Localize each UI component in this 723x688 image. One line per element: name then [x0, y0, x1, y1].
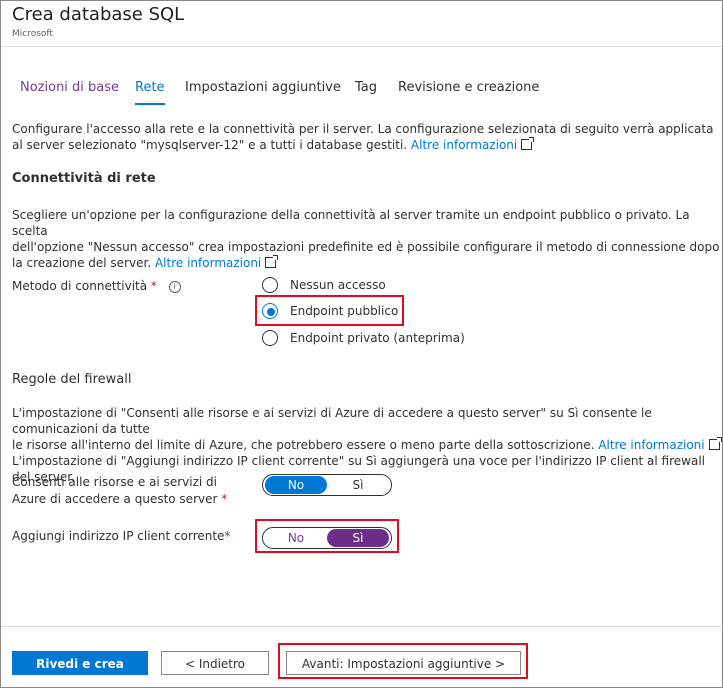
tab-nozioni-di-base[interactable]: Nozioni di base: [20, 80, 119, 95]
add-client-ip-no-option[interactable]: No: [265, 529, 327, 547]
add-client-ip-label: Aggiungi indirizzo IP client corrente*: [12, 528, 230, 545]
firewall-line-2-text: le risorse all'interno del limite di Azu…: [12, 438, 595, 452]
radio-circle: [262, 330, 278, 346]
tab-revisione-e-creazione[interactable]: Revisione e creazione: [398, 80, 539, 95]
connectivity-method-label: Metodo di connettività * i: [12, 278, 181, 295]
network-line-2: dell'opzione "Nessun accesso" crea impos…: [12, 240, 720, 254]
intro-line-1: Configurare l'accesso alla rete e la con…: [12, 122, 714, 136]
firewall-text: L'impostazione di "Consenti alle risorse…: [12, 405, 722, 485]
allow-azure-label-line-2: Azure di accedere a questo server *: [12, 491, 227, 508]
network-line-3: la creazione del server. Altre informazi…: [12, 255, 722, 271]
add-client-ip-yes-option[interactable]: Sì: [327, 529, 389, 547]
tab-tag[interactable]: Tag: [355, 80, 377, 95]
intro-learn-more-link[interactable]: Altre informazioni: [411, 138, 517, 152]
radio-dot: [267, 308, 275, 316]
connectivity-method-label-text: Metodo di connettività: [12, 279, 148, 293]
add-client-ip-toggle[interactable]: No Sì: [262, 527, 392, 549]
add-client-ip-label-text: Aggiungi indirizzo IP client corrente: [12, 529, 225, 543]
network-line-1: Scegliere un'opzione per la configurazio…: [12, 208, 690, 238]
required-marker: *: [224, 529, 231, 543]
back-button[interactable]: < Indietro: [161, 651, 269, 675]
external-link-icon: [708, 437, 722, 450]
firewall-learn-more-link[interactable]: Altre informazioni: [598, 438, 704, 452]
footer-divider: [1, 626, 722, 627]
firewall-rules-heading: Regole del firewall: [12, 372, 132, 387]
network-learn-more-link[interactable]: Altre informazioni: [155, 256, 261, 270]
intro-line-2-text: al server selezionato "mysqlserver-12" e…: [12, 138, 408, 152]
radio-circle-selected: [262, 303, 278, 319]
firewall-line-2: le risorse all'interno del limite di Azu…: [12, 437, 722, 453]
page-title: Crea database SQL: [12, 4, 185, 25]
radio-circle: [262, 277, 278, 293]
allow-azure-no-option[interactable]: No: [265, 476, 327, 494]
required-marker: *: [221, 492, 228, 506]
allow-azure-label-line-2-text: Azure di accedere a questo server: [12, 492, 218, 506]
header-divider: [1, 46, 722, 47]
intro-line-2: al server selezionato "mysqlserver-12" e…: [12, 137, 713, 153]
required-marker: *: [150, 279, 157, 293]
allow-azure-label-line-1: Consenti alle risorse e ai servizi di: [12, 475, 217, 489]
info-icon[interactable]: i: [168, 281, 181, 293]
external-link-icon: [521, 137, 535, 150]
blade-window: Crea database SQL Microsoft Nozioni di b…: [0, 0, 723, 688]
external-link-icon: [265, 255, 279, 268]
tab-rete[interactable]: Rete: [135, 80, 165, 105]
network-line-3-text: la creazione del server.: [12, 256, 152, 270]
review-create-button[interactable]: Rivedi e crea: [12, 651, 148, 675]
allow-azure-toggle[interactable]: No Sì: [262, 474, 392, 496]
intro-text: Configurare l'accesso alla rete e la con…: [12, 121, 713, 153]
allow-azure-label: Consenti alle risorse e ai servizi di Az…: [12, 474, 227, 508]
radio-label: Endpoint pubblico: [290, 304, 399, 318]
radio-label: Nessun accesso: [290, 278, 386, 292]
tab-impostazioni-aggiuntive[interactable]: Impostazioni aggiuntive: [185, 80, 341, 95]
firewall-line-1: L'impostazione di "Consenti alle risorse…: [12, 406, 652, 436]
allow-azure-yes-option[interactable]: Sì: [327, 476, 389, 494]
network-connectivity-text: Scegliere un'opzione per la configurazio…: [12, 207, 722, 271]
next-additional-settings-button[interactable]: Avanti: Impostazioni aggiuntive >: [286, 651, 521, 675]
radio-label: Endpoint privato (anteprima): [290, 331, 465, 345]
page-publisher: Microsoft: [12, 29, 53, 39]
network-connectivity-heading: Connettività di rete: [12, 171, 156, 186]
